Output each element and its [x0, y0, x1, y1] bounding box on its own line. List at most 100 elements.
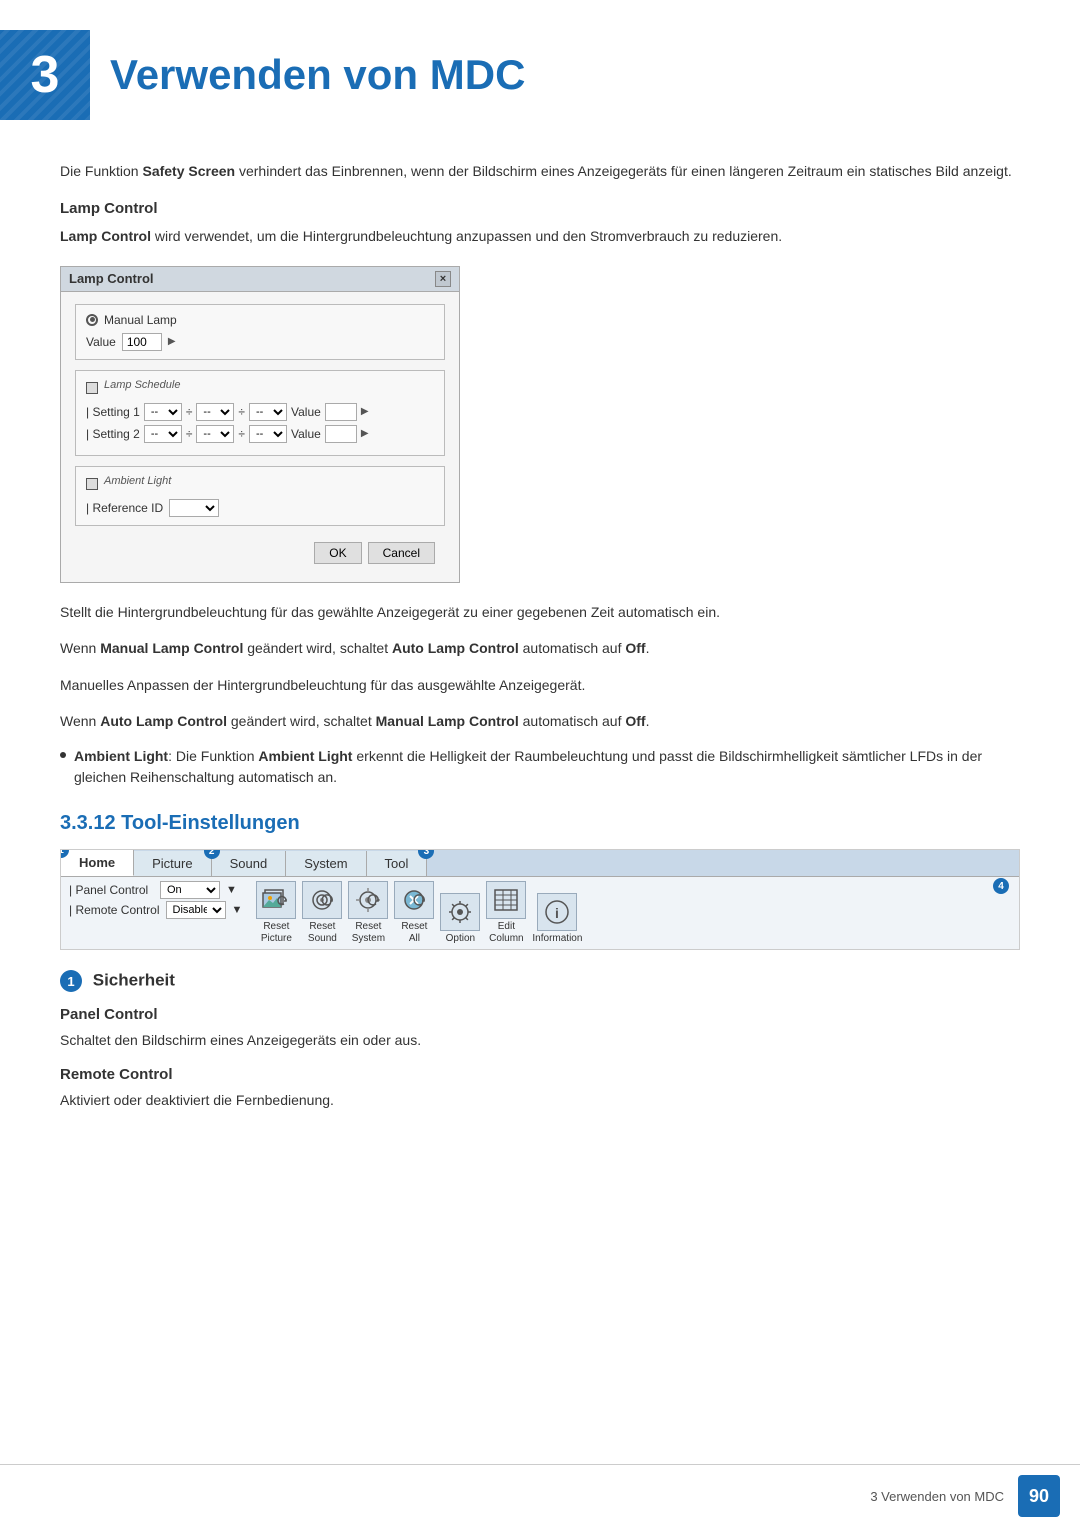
lamp-text3: Manuelles Anpassen der Hintergrundbeleuc… — [60, 674, 1020, 696]
remote-control-arrow[interactable]: ▼ — [232, 904, 243, 916]
lamp-text2: Wenn Manual Lamp Control geändert wird, … — [60, 637, 1020, 659]
setting2-value[interactable] — [325, 425, 357, 443]
panel-control-label: | Panel Control — [69, 883, 154, 897]
panel-control-row: | Panel Control On ▼ — [69, 881, 242, 899]
information-label: Information — [532, 933, 582, 945]
edit-column-icon — [492, 886, 520, 914]
reset-system-icon — [354, 886, 382, 914]
page-content: Die Funktion Safety Screen verhindert da… — [0, 140, 1080, 1185]
ambient-light-label: Ambient Light — [104, 475, 171, 487]
reset-picture-button[interactable] — [256, 881, 296, 919]
option-label: Option — [446, 933, 475, 945]
lamp-schedule-label: Lamp Schedule — [104, 379, 180, 391]
ambient-light-checkbox[interactable] — [86, 478, 98, 490]
lamp-control-desc: Lamp Control wird verwendet, um die Hint… — [60, 225, 1020, 247]
reset-picture-icon — [262, 886, 290, 914]
option-icon — [446, 898, 474, 926]
tab-picture-label: Picture — [152, 856, 192, 871]
setting1-value[interactable] — [325, 403, 357, 421]
reset-system-label: ResetSystem — [352, 921, 385, 945]
remote-control-row: | Remote Control Disable ▼ — [69, 901, 242, 919]
value-row: Value ▶ — [86, 333, 434, 351]
option-button[interactable] — [440, 893, 480, 931]
information-button[interactable]: i — [537, 893, 577, 931]
tab-sound-label: Sound — [230, 856, 268, 871]
tool-settings-heading: 3.3.12 Tool-Einstellungen — [60, 812, 1020, 835]
setting2-arrow[interactable]: ▶ — [361, 428, 369, 439]
tab-tool-label: Tool — [385, 856, 409, 871]
tab-home-label: Home — [79, 855, 115, 870]
reset-sound-button[interactable] — [302, 881, 342, 919]
reset-picture-group: ResetPicture — [256, 881, 296, 945]
reset-all-icon — [400, 886, 428, 914]
setting2-min[interactable]: -- — [196, 425, 234, 443]
reset-all-group: ResetAll — [394, 881, 434, 945]
toolbar-left-controls: | Panel Control On ▼ | Remote Control Di… — [69, 881, 242, 945]
manual-lamp-section: Manual Lamp Value ▶ — [75, 304, 445, 360]
chapter-title: Verwenden von MDC — [110, 51, 525, 99]
value-arrow-button[interactable]: ▶ — [168, 336, 176, 347]
setting2-row: | Setting 2 -- ÷ -- ÷ -- Value ▶ — [86, 425, 434, 443]
option-group: Option — [440, 893, 480, 945]
reference-id-row: | Reference ID — [86, 499, 434, 517]
reset-sound-label: ResetSound — [308, 921, 337, 945]
footer-text: 3 Verwenden von MDC — [870, 1489, 1004, 1504]
reset-system-button[interactable] — [348, 881, 388, 919]
panel-control-text: Schaltet den Bildschirm eines Anzeigeger… — [60, 1029, 1020, 1051]
svg-text:i: i — [555, 905, 559, 921]
reference-id-select[interactable] — [169, 499, 219, 517]
panel-control-arrow[interactable]: ▼ — [226, 884, 237, 896]
setting1-hour[interactable]: -- — [144, 403, 182, 421]
remote-control-label: | Remote Control — [69, 903, 160, 917]
dialog-body: Manual Lamp Value ▶ Lamp Schedule — [61, 292, 459, 582]
security-heading: 1 Sicherheit — [60, 970, 1020, 992]
setting2-sec[interactable]: -- — [249, 425, 287, 443]
setting1-min[interactable]: -- — [196, 403, 234, 421]
lamp-control-heading: Lamp Control — [60, 200, 1020, 217]
setting2-hour[interactable]: -- — [144, 425, 182, 443]
reset-picture-label: ResetPicture — [261, 921, 292, 945]
cancel-button[interactable]: Cancel — [368, 542, 435, 564]
remote-control-heading: Remote Control — [60, 1066, 1020, 1083]
edit-column-group: EditColumn — [486, 881, 526, 945]
ambient-light-bullet: Ambient Light: Die Funktion Ambient Ligh… — [60, 746, 1020, 788]
value-input[interactable] — [122, 333, 162, 351]
chapter-number: 3 — [31, 45, 60, 105]
edit-column-button[interactable] — [486, 881, 526, 919]
security-heading-text: Sicherheit — [93, 971, 175, 990]
tab-picture[interactable]: Picture — [134, 851, 211, 876]
dialog-close-button[interactable]: × — [435, 271, 451, 287]
ambient-light-text: Ambient Light: Die Funktion Ambient Ligh… — [74, 746, 1020, 788]
reset-all-label: ResetAll — [401, 921, 427, 945]
lamp-control-dialog-wrapper: Lamp Control × Manual Lamp Value — [60, 266, 1020, 583]
setting1-row: | Setting 1 -- ÷ -- ÷ -- Value ▶ — [86, 403, 434, 421]
lamp-schedule-section: Lamp Schedule | Setting 1 -- ÷ -- ÷ -- V… — [75, 370, 445, 456]
reset-all-button[interactable] — [394, 881, 434, 919]
manual-lamp-radio[interactable] — [86, 314, 98, 326]
remote-control-text: Aktiviert oder deaktiviert die Fernbedie… — [60, 1089, 1020, 1111]
intro-paragraph: Die Funktion Safety Screen verhindert da… — [60, 160, 1020, 182]
tab-home[interactable]: 1 Home — [61, 850, 134, 876]
setting1-sec[interactable]: -- — [249, 403, 287, 421]
lamp-text4: Wenn Auto Lamp Control geändert wird, sc… — [60, 710, 1020, 732]
information-group: i Information — [532, 893, 582, 945]
tab-system[interactable]: System — [286, 851, 366, 876]
security-number-circle: 1 — [60, 970, 82, 992]
information-icon: i — [543, 898, 571, 926]
tab-tool[interactable]: Tool 3 — [367, 851, 428, 876]
lamp-text1: Stellt die Hintergrundbeleuchtung für da… — [60, 601, 1020, 623]
page-number-badge: 90 — [1018, 1475, 1060, 1517]
lamp-schedule-checkbox[interactable] — [86, 382, 98, 394]
tab-sound[interactable]: 2 Sound — [212, 851, 287, 876]
dialog-footer: OK Cancel — [75, 536, 445, 570]
setting1-arrow[interactable]: ▶ — [361, 406, 369, 417]
reset-system-group: ResetSystem — [348, 881, 388, 945]
value-label: Value — [86, 335, 116, 349]
tab-number-3: 3 — [418, 849, 434, 859]
ok-button[interactable]: OK — [314, 542, 361, 564]
panel-control-select[interactable]: On — [160, 881, 220, 899]
edit-column-label: EditColumn — [489, 921, 523, 945]
tab-number-1: 1 — [60, 849, 69, 858]
remote-control-select[interactable]: Disable — [166, 901, 226, 919]
lamp-control-dialog: Lamp Control × Manual Lamp Value — [60, 266, 460, 583]
